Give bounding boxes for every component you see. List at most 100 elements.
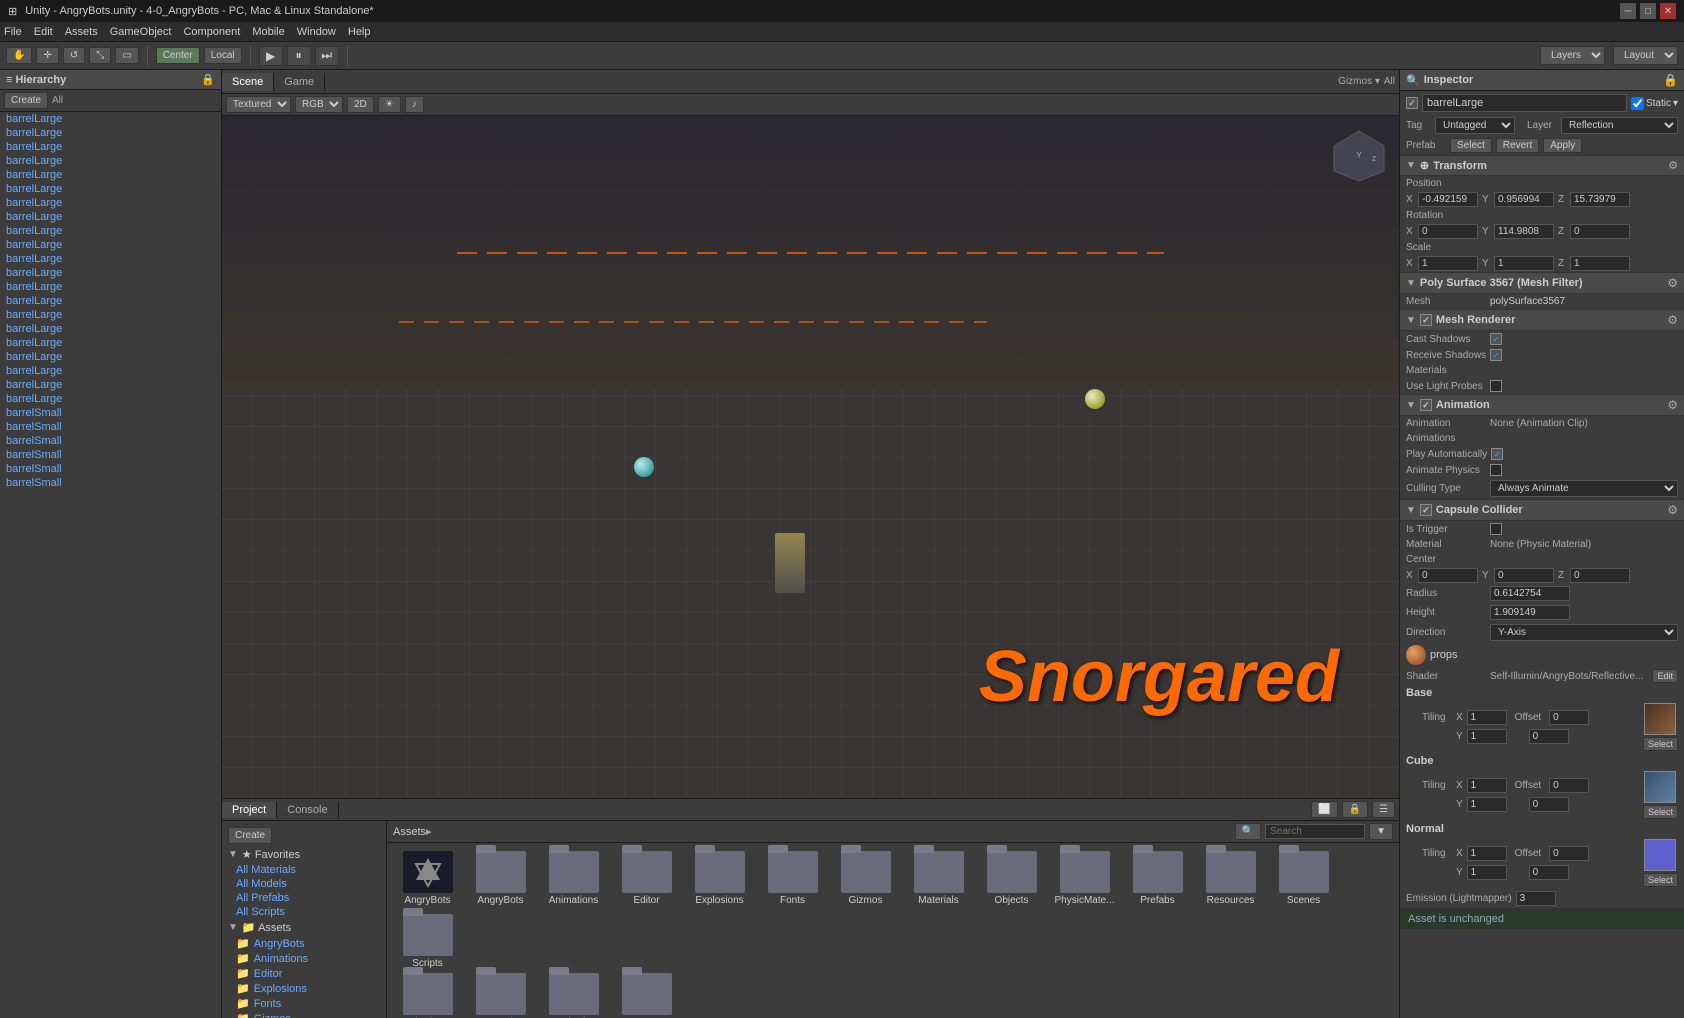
tab-console[interactable]: Console — [277, 802, 338, 818]
asset-item-animations[interactable]: Animations — [541, 851, 606, 906]
gizmo-toggle[interactable]: Gizmos ▾ — [1338, 76, 1380, 87]
hierarchy-item-17[interactable]: barrelLarge — [0, 350, 221, 364]
anim-physics-checkbox[interactable] — [1490, 464, 1502, 476]
tool-rotate[interactable]: ↺ — [63, 47, 85, 64]
fav-all-prefabs[interactable]: All Prefabs — [222, 891, 386, 905]
menu-gameobject[interactable]: GameObject — [110, 26, 172, 38]
hierarchy-item-8[interactable]: barrelLarge — [0, 224, 221, 238]
scl-x-input[interactable] — [1418, 256, 1478, 271]
asset-item-explosions[interactable]: Explosions — [687, 851, 752, 906]
pos-x-input[interactable] — [1418, 192, 1478, 207]
collapse-btn[interactable]: ⬜ — [1311, 801, 1337, 818]
layer-dropdown[interactable]: Reflection — [1561, 117, 1678, 134]
fav-all-materials[interactable]: All Materials — [222, 863, 386, 877]
tool-move[interactable]: ✛ — [36, 47, 58, 64]
hier-create-btn[interactable]: Create — [4, 92, 48, 109]
fav-all-models[interactable]: All Models — [222, 877, 386, 891]
menu-file[interactable]: File — [4, 26, 22, 38]
hierarchy-item-10[interactable]: barrelLarge — [0, 252, 221, 266]
minimize-btn[interactable]: ─ — [1620, 3, 1636, 19]
center-z-input[interactable] — [1570, 568, 1630, 583]
capsule-checkbox[interactable]: ✓ — [1420, 504, 1432, 516]
hierarchy-item-6[interactable]: barrelLarge — [0, 196, 221, 210]
menu-assets[interactable]: Assets — [65, 26, 98, 38]
meshrenderer-checkbox[interactable]: ✓ — [1420, 314, 1432, 326]
static-dropdown-icon[interactable]: ▾ — [1673, 98, 1678, 109]
hierarchy-list[interactable]: barrelLargebarrelLargebarrelLargebarrelL… — [0, 112, 221, 1018]
asset-item-physicmate[interactable]: PhysicMate... — [1052, 851, 1117, 906]
asset-angrybots[interactable]: 📁 AngryBots — [222, 936, 386, 951]
local-btn[interactable]: Local — [204, 47, 242, 64]
asset-item-scenes[interactable]: Scenes — [1271, 851, 1336, 906]
base-tiling-y[interactable] — [1467, 729, 1507, 744]
scl-z-input[interactable] — [1570, 256, 1630, 271]
layers-dropdown[interactable]: Layers — [1540, 46, 1605, 65]
close-btn[interactable]: ✕ — [1660, 3, 1676, 19]
step-btn[interactable]: ⏭ — [315, 46, 339, 66]
all-toggle[interactable]: All — [1384, 76, 1395, 87]
search-icon-btn[interactable]: 🔍 — [1235, 823, 1261, 840]
more-btn[interactable]: ☰ — [1372, 801, 1395, 818]
prefab-select-btn[interactable]: Select — [1450, 138, 1492, 153]
hierarchy-item-15[interactable]: barrelLarge — [0, 322, 221, 336]
hierarchy-item-12[interactable]: barrelLarge — [0, 280, 221, 294]
is-trigger-checkbox[interactable] — [1490, 523, 1502, 535]
color-mode-dropdown[interactable]: RGB — [295, 96, 343, 113]
hierarchy-item-21[interactable]: barrelSmall — [0, 406, 221, 420]
play-btn[interactable]: ▶ — [259, 46, 283, 66]
hierarchy-item-19[interactable]: barrelLarge — [0, 378, 221, 392]
asset-explosions[interactable]: 📁 Explosions — [222, 981, 386, 996]
hierarchy-item-4[interactable]: barrelLarge — [0, 168, 221, 182]
lock-btn[interactable]: 🔒 — [1342, 801, 1368, 818]
normal-tiling-x[interactable] — [1467, 846, 1507, 861]
search-input[interactable] — [1265, 824, 1365, 839]
center-x-input[interactable] — [1418, 568, 1478, 583]
normal-offset-x[interactable] — [1549, 846, 1589, 861]
asset-item-editor[interactable]: Editor — [614, 851, 679, 906]
rot-y-input[interactable] — [1494, 224, 1554, 239]
favorites-header[interactable]: ▼ ★ Favorites — [222, 846, 386, 863]
use-light-probes-checkbox[interactable] — [1490, 380, 1502, 392]
scene-2d-btn[interactable]: 2D — [347, 96, 374, 113]
hierarchy-item-16[interactable]: barrelLarge — [0, 336, 221, 350]
prefab-apply-btn[interactable]: Apply — [1543, 138, 1582, 153]
menu-edit[interactable]: Edit — [34, 26, 53, 38]
capsule-gear-btn[interactable]: ⚙ — [1667, 503, 1678, 517]
rot-x-input[interactable] — [1418, 224, 1478, 239]
cube-offset-x[interactable] — [1549, 778, 1589, 793]
render-mode-dropdown[interactable]: Textured — [226, 96, 291, 113]
hierarchy-item-25[interactable]: barrelSmall — [0, 462, 221, 476]
rot-z-input[interactable] — [1570, 224, 1630, 239]
menu-mobile[interactable]: Mobile — [252, 26, 284, 38]
asset-gizmos[interactable]: 📁 Gizmos — [222, 1011, 386, 1018]
cast-shadows-checkbox[interactable]: ✓ — [1490, 333, 1502, 345]
asset-fonts[interactable]: 📁 Fonts — [222, 996, 386, 1011]
transform-gear-btn[interactable]: ⚙ — [1668, 159, 1678, 172]
scene-audio-btn[interactable]: ♪ — [405, 96, 424, 113]
direction-dropdown[interactable]: Y-Axis — [1490, 624, 1678, 641]
receive-shadows-checkbox[interactable]: ✓ — [1490, 349, 1502, 361]
asset-animations[interactable]: 📁 Animations — [222, 951, 386, 966]
base-select-btn[interactable]: Select — [1643, 737, 1678, 751]
shader-edit-btn[interactable]: Edit — [1652, 669, 1678, 683]
asset-item-sounds[interactable]: Sounds — [468, 973, 533, 1018]
tab-scene[interactable]: Scene — [222, 73, 274, 91]
hierarchy-item-14[interactable]: barrelLarge — [0, 308, 221, 322]
filter-btn[interactable]: ▼ — [1369, 823, 1393, 840]
asset-item-materials[interactable]: Materials — [906, 851, 971, 906]
culling-type-dropdown[interactable]: Always Animate — [1490, 480, 1678, 497]
hierarchy-item-3[interactable]: barrelLarge — [0, 154, 221, 168]
asset-item-angrybots[interactable]: AngryBots — [468, 851, 533, 906]
assets-sidebar-header[interactable]: ▼ 📁 Assets — [222, 919, 386, 936]
radius-input[interactable] — [1490, 586, 1570, 601]
static-checkbox[interactable] — [1631, 97, 1644, 110]
tool-hand[interactable]: ✋ — [6, 47, 32, 64]
layout-dropdown[interactable]: Layout — [1613, 46, 1678, 65]
cube-offset-y[interactable] — [1529, 797, 1569, 812]
hierarchy-item-9[interactable]: barrelLarge — [0, 238, 221, 252]
hierarchy-item-13[interactable]: barrelLarge — [0, 294, 221, 308]
pos-y-input[interactable] — [1494, 192, 1554, 207]
prefab-revert-btn[interactable]: Revert — [1496, 138, 1539, 153]
center-btn[interactable]: Center — [156, 47, 200, 64]
normal-select-btn[interactable]: Select — [1643, 873, 1678, 887]
